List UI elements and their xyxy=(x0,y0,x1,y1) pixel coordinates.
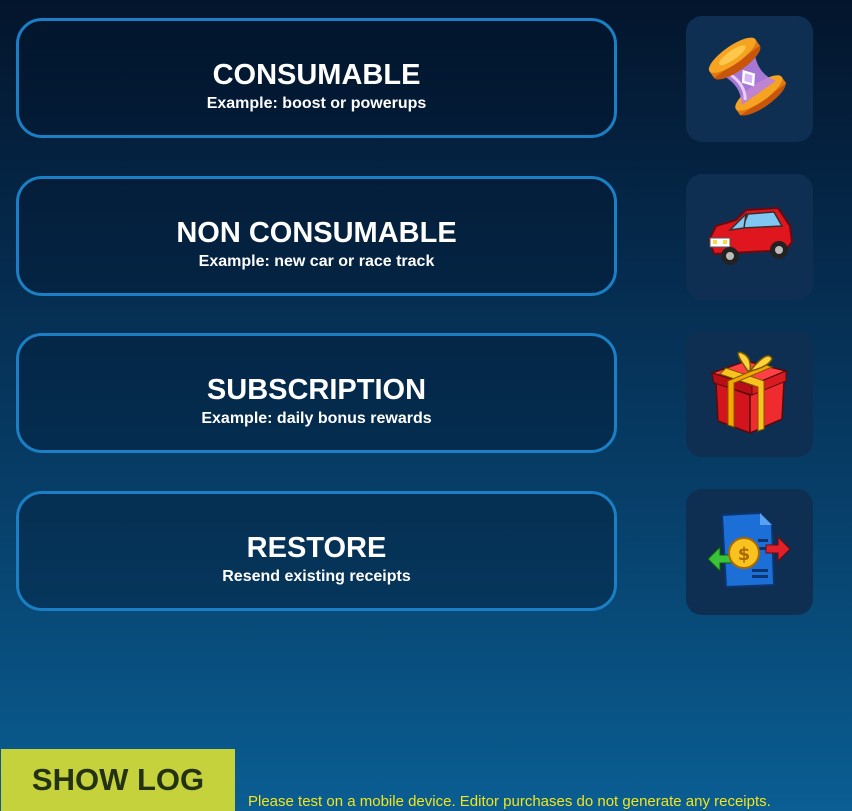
option-title: NON CONSUMABLE xyxy=(176,217,457,249)
gift-icon xyxy=(686,331,813,457)
hourglass-icon xyxy=(686,16,813,142)
show-log-button[interactable]: SHOW LOG xyxy=(1,749,235,811)
option-subtitle: Example: daily bonus rewards xyxy=(201,410,432,427)
option-subtitle: Example: new car or race track xyxy=(198,253,435,270)
non-consumable-button[interactable]: NON CONSUMABLE Example: new car or race … xyxy=(16,176,617,296)
option-title: RESTORE xyxy=(246,532,387,564)
svg-text:$: $ xyxy=(738,544,751,565)
car-icon xyxy=(686,174,813,300)
option-title: SUBSCRIPTION xyxy=(206,374,427,406)
option-subtitle: Resend existing receipts xyxy=(222,568,411,585)
editor-notice-text: Please test on a mobile device. Editor p… xyxy=(248,793,771,810)
receipt-exchange-icon: $ xyxy=(686,489,813,615)
restore-button[interactable]: RESTORE Resend existing receipts xyxy=(16,491,617,611)
option-subtitle: Example: boost or powerups xyxy=(206,95,427,112)
subscription-button[interactable]: SUBSCRIPTION Example: daily bonus reward… xyxy=(16,333,617,453)
option-title: CONSUMABLE xyxy=(212,59,421,91)
consumable-button[interactable]: CONSUMABLE Example: boost or powerups xyxy=(16,18,617,138)
